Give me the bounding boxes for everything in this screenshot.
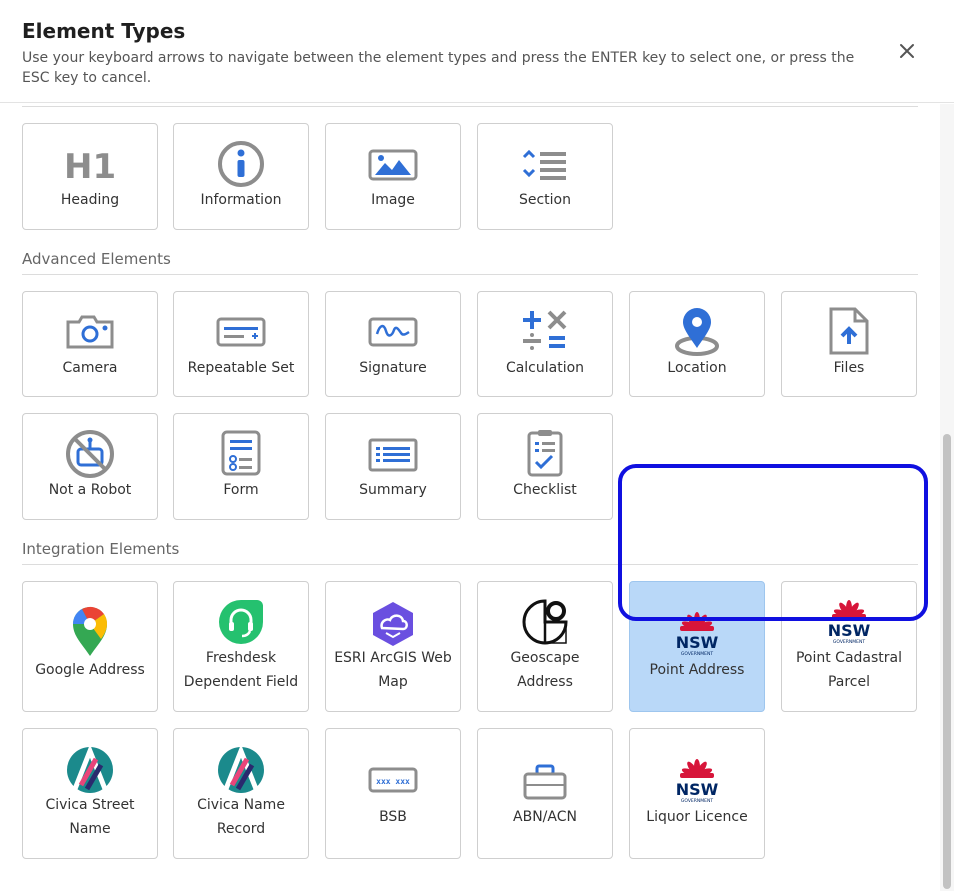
tile-files[interactable]: Files <box>781 291 917 397</box>
svg-text:NSW: NSW <box>676 780 719 799</box>
tile-label: ESRI ArcGIS Web Map <box>334 650 452 690</box>
tile-label: Calculation <box>505 360 585 376</box>
info-icon <box>218 141 264 187</box>
tile-label: BSB <box>379 809 407 825</box>
element-types-list[interactable]: H1 Heading Information Image Section Adv… <box>0 104 940 891</box>
tile-label: Civica Street Name <box>45 797 135 837</box>
dialog-subtitle: Use your keyboard arrows to navigate bet… <box>22 50 855 86</box>
tile-liquor-licence[interactable]: NSW GOVERNMENT Liquor Licence <box>629 728 765 859</box>
svg-text:GOVERNMENT: GOVERNMENT <box>681 651 713 657</box>
freshdesk-icon <box>219 600 263 644</box>
h1-icon: H1 <box>64 147 116 184</box>
svg-text:xxx xxx: xxx xxx <box>376 777 410 786</box>
tile-label: ABN/ACN <box>513 809 577 825</box>
google-maps-icon <box>73 606 108 656</box>
scrollbar[interactable] <box>940 104 954 891</box>
tile-freshdesk[interactable]: Freshdesk Dependent Field <box>173 581 309 712</box>
tile-label: Google Address <box>35 662 145 678</box>
tile-label: Summary <box>359 482 427 498</box>
tile-point-cadastral[interactable]: NSW GOVERNMENT Point Cadastral Parcel <box>781 581 917 712</box>
tile-location[interactable]: Location <box>629 291 765 397</box>
bsb-icon: xxx xxx <box>368 767 418 793</box>
no-robot-icon <box>66 430 114 478</box>
location-pin-icon <box>675 308 719 356</box>
tile-signature[interactable]: Signature <box>325 291 461 397</box>
tile-esri[interactable]: ESRI ArcGIS Web Map <box>325 581 461 712</box>
nsw-government-icon: NSW GOVERNMENT <box>676 612 719 657</box>
tile-label: Files <box>833 360 865 376</box>
dialog-header: Element Types Use your keyboard arrows t… <box>0 0 954 103</box>
divider <box>22 564 918 565</box>
divider <box>22 106 918 107</box>
tile-label: Liquor Licence <box>646 809 748 825</box>
tile-label: Form <box>223 482 259 498</box>
tile-camera[interactable]: Camera <box>22 291 158 397</box>
tile-geoscape[interactable]: Geoscape Address <box>477 581 613 712</box>
section-heading-integration: Integration Elements <box>22 540 180 558</box>
tile-civica-name[interactable]: Civica Name Record <box>173 728 309 859</box>
tile-label: Geoscape Address <box>510 650 580 690</box>
tile-label: Not a Robot <box>48 482 132 498</box>
checklist-icon <box>527 430 563 477</box>
geoscape-icon <box>522 599 568 645</box>
svg-text:NSW: NSW <box>828 621 871 640</box>
scrollbar-thumb[interactable] <box>943 434 951 889</box>
tile-label: Section <box>518 192 571 208</box>
tile-summary[interactable]: Summary <box>325 413 461 520</box>
tile-image[interactable]: Image <box>325 123 461 230</box>
tile-section[interactable]: Section <box>477 123 613 230</box>
file-upload-icon <box>829 307 869 355</box>
tile-google-address[interactable]: Google Address <box>22 581 158 712</box>
tile-abn[interactable]: ABN/ACN <box>477 728 613 859</box>
summary-list-icon <box>368 438 418 472</box>
dialog-title: Element Types <box>22 19 186 43</box>
civica-icon <box>67 745 113 793</box>
tile-label: Information <box>200 192 282 208</box>
image-icon <box>368 149 418 181</box>
tile-label: Image <box>371 192 415 208</box>
tile-bsb[interactable]: xxx xxx BSB <box>325 728 461 859</box>
nsw-government-icon: NSW GOVERNMENT <box>676 759 719 804</box>
repeatable-set-icon <box>216 317 266 347</box>
tile-label: Camera <box>62 360 118 376</box>
tile-heading[interactable]: H1 Heading <box>22 123 158 230</box>
tile-label: Location <box>667 360 727 376</box>
close-button[interactable] <box>894 38 920 64</box>
tile-point-address[interactable]: NSW GOVERNMENT Point Address <box>629 581 765 712</box>
form-icon <box>221 430 261 476</box>
briefcase-icon <box>523 764 567 800</box>
nsw-government-icon: NSW GOVERNMENT <box>828 600 871 645</box>
tile-calculation[interactable]: Calculation <box>477 291 613 397</box>
svg-text:GOVERNMENT: GOVERNMENT <box>833 639 865 645</box>
tile-checklist[interactable]: Checklist <box>477 413 613 520</box>
close-icon <box>900 44 914 58</box>
tile-label: Point Cadastral Parcel <box>795 650 903 690</box>
civica-icon <box>218 745 264 793</box>
tile-civica-street[interactable]: Civica Street Name <box>22 728 158 859</box>
svg-text:GOVERNMENT: GOVERNMENT <box>681 798 713 804</box>
camera-icon <box>66 315 114 349</box>
section-heading-advanced: Advanced Elements <box>22 250 171 268</box>
signature-icon <box>368 317 418 347</box>
tile-label: Repeatable Set <box>187 360 295 376</box>
tile-label: Signature <box>359 360 427 376</box>
divider <box>22 274 918 275</box>
tile-label: Freshdesk Dependent Field <box>183 650 299 690</box>
tile-label: Checklist <box>513 482 577 498</box>
tile-not-a-robot[interactable]: Not a Robot <box>22 413 158 520</box>
tile-information[interactable]: Information <box>173 123 309 230</box>
tile-label: Civica Name Record <box>197 797 285 837</box>
section-icon <box>522 149 566 180</box>
svg-text:NSW: NSW <box>676 633 719 652</box>
tile-form[interactable]: Form <box>173 413 309 520</box>
tile-repeatable-set[interactable]: Repeatable Set <box>173 291 309 397</box>
tile-label: Point Address <box>649 662 745 678</box>
calculation-icon <box>523 310 567 350</box>
esri-icon <box>373 602 413 646</box>
tile-label: Heading <box>60 192 120 208</box>
svg-text:H1: H1 <box>64 147 116 184</box>
